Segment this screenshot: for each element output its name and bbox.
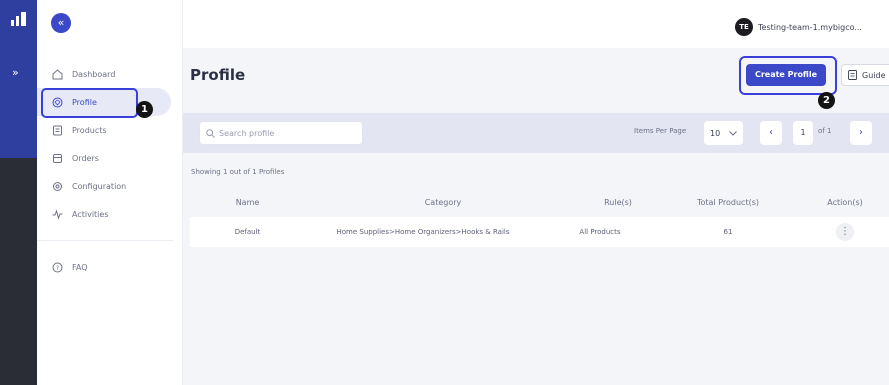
annotation-badge-1: 1	[136, 101, 153, 118]
items-per-page-label: Items Per Page	[634, 127, 687, 135]
sidebar-item-label: FAQ	[72, 262, 88, 272]
sidebar-item-activities[interactable]: Activities	[37, 200, 183, 228]
more-actions-icon[interactable]: ⋮	[836, 223, 854, 241]
column-header-name: Name	[235, 197, 260, 207]
column-header-actions: Action(s)	[827, 197, 863, 207]
sidebar-item-label: Configuration	[72, 181, 127, 191]
rail-brand-area: »	[0, 0, 37, 158]
products-icon	[51, 124, 63, 136]
avatar[interactable]: TE	[735, 18, 753, 36]
chevron-down-icon	[729, 131, 737, 136]
svg-text:?: ?	[55, 265, 58, 272]
sidebar-item-label: Products	[72, 125, 107, 135]
annotation-highlight-profile	[41, 88, 138, 118]
cell-rules: All Products	[579, 228, 621, 236]
home-icon	[51, 68, 63, 80]
guide-label: Guide	[862, 70, 886, 80]
page-number-input[interactable]: 1	[793, 121, 813, 145]
app-rail: »	[0, 0, 37, 385]
cell-category: Home Supplies>Home Organizers>Hooks & Ra…	[336, 228, 510, 236]
sidebar-item-label: Activities	[72, 209, 109, 219]
orders-icon	[51, 152, 63, 164]
table-header: Name Category Rule(s) Total Product(s) A…	[183, 194, 889, 210]
column-header-category: Category	[424, 197, 462, 207]
search-icon	[206, 128, 215, 138]
column-header-total-products: Total Product(s)	[696, 197, 759, 207]
sidebar-item-label: Dashboard	[72, 69, 116, 79]
expand-sidebar-icon[interactable]: »	[12, 66, 19, 79]
help-icon: ?	[51, 261, 63, 273]
row-actions: ⋮	[815, 217, 875, 247]
annotation-badge-2: 2	[818, 92, 835, 109]
page-title: Profile	[190, 66, 246, 84]
sidebar: « Dashboard Profile Products Orders Conf…	[37, 0, 183, 385]
cell-name: Default	[234, 228, 261, 236]
account-name[interactable]: Testing-team-1.mybigco...	[758, 23, 862, 32]
table-row[interactable]: Default Home Supplies>Home Organizers>Ho…	[190, 217, 889, 247]
document-icon	[848, 70, 857, 80]
guide-button[interactable]: Guide	[841, 64, 889, 86]
sidebar-item-label: Orders	[72, 153, 99, 163]
top-bar: TE Testing-team-1.mybigco...	[183, 0, 889, 48]
items-per-page-value: 10	[710, 128, 721, 138]
sidebar-item-orders[interactable]: Orders	[37, 144, 183, 172]
prev-page-button[interactable]: ‹	[760, 121, 782, 145]
sidebar-divider	[37, 240, 173, 241]
column-header-rules: Rule(s)	[604, 197, 632, 207]
sidebar-item-products[interactable]: Products	[37, 116, 183, 144]
results-count: Showing 1 out of 1 Profiles	[191, 168, 285, 176]
app-logo-icon	[11, 12, 26, 26]
page-total: of 1	[818, 127, 832, 135]
items-per-page-select[interactable]: 10	[704, 121, 743, 145]
table-toolbar: Search profile Items Per Page 10 ‹ 1 of …	[183, 113, 889, 153]
sidebar-item-faq[interactable]: ? FAQ	[37, 253, 183, 281]
search-placeholder: Search profile	[219, 128, 275, 138]
activity-icon	[51, 208, 63, 220]
search-input[interactable]: Search profile	[199, 121, 363, 145]
annotation-highlight-create	[739, 56, 837, 95]
collapse-sidebar-button[interactable]: «	[51, 13, 71, 33]
sidebar-item-configuration[interactable]: Configuration	[37, 172, 183, 200]
next-page-button[interactable]: ›	[850, 121, 872, 145]
sidebar-item-dashboard[interactable]: Dashboard	[37, 60, 183, 88]
cell-total-products: 61	[723, 228, 733, 236]
gear-icon	[51, 180, 63, 192]
